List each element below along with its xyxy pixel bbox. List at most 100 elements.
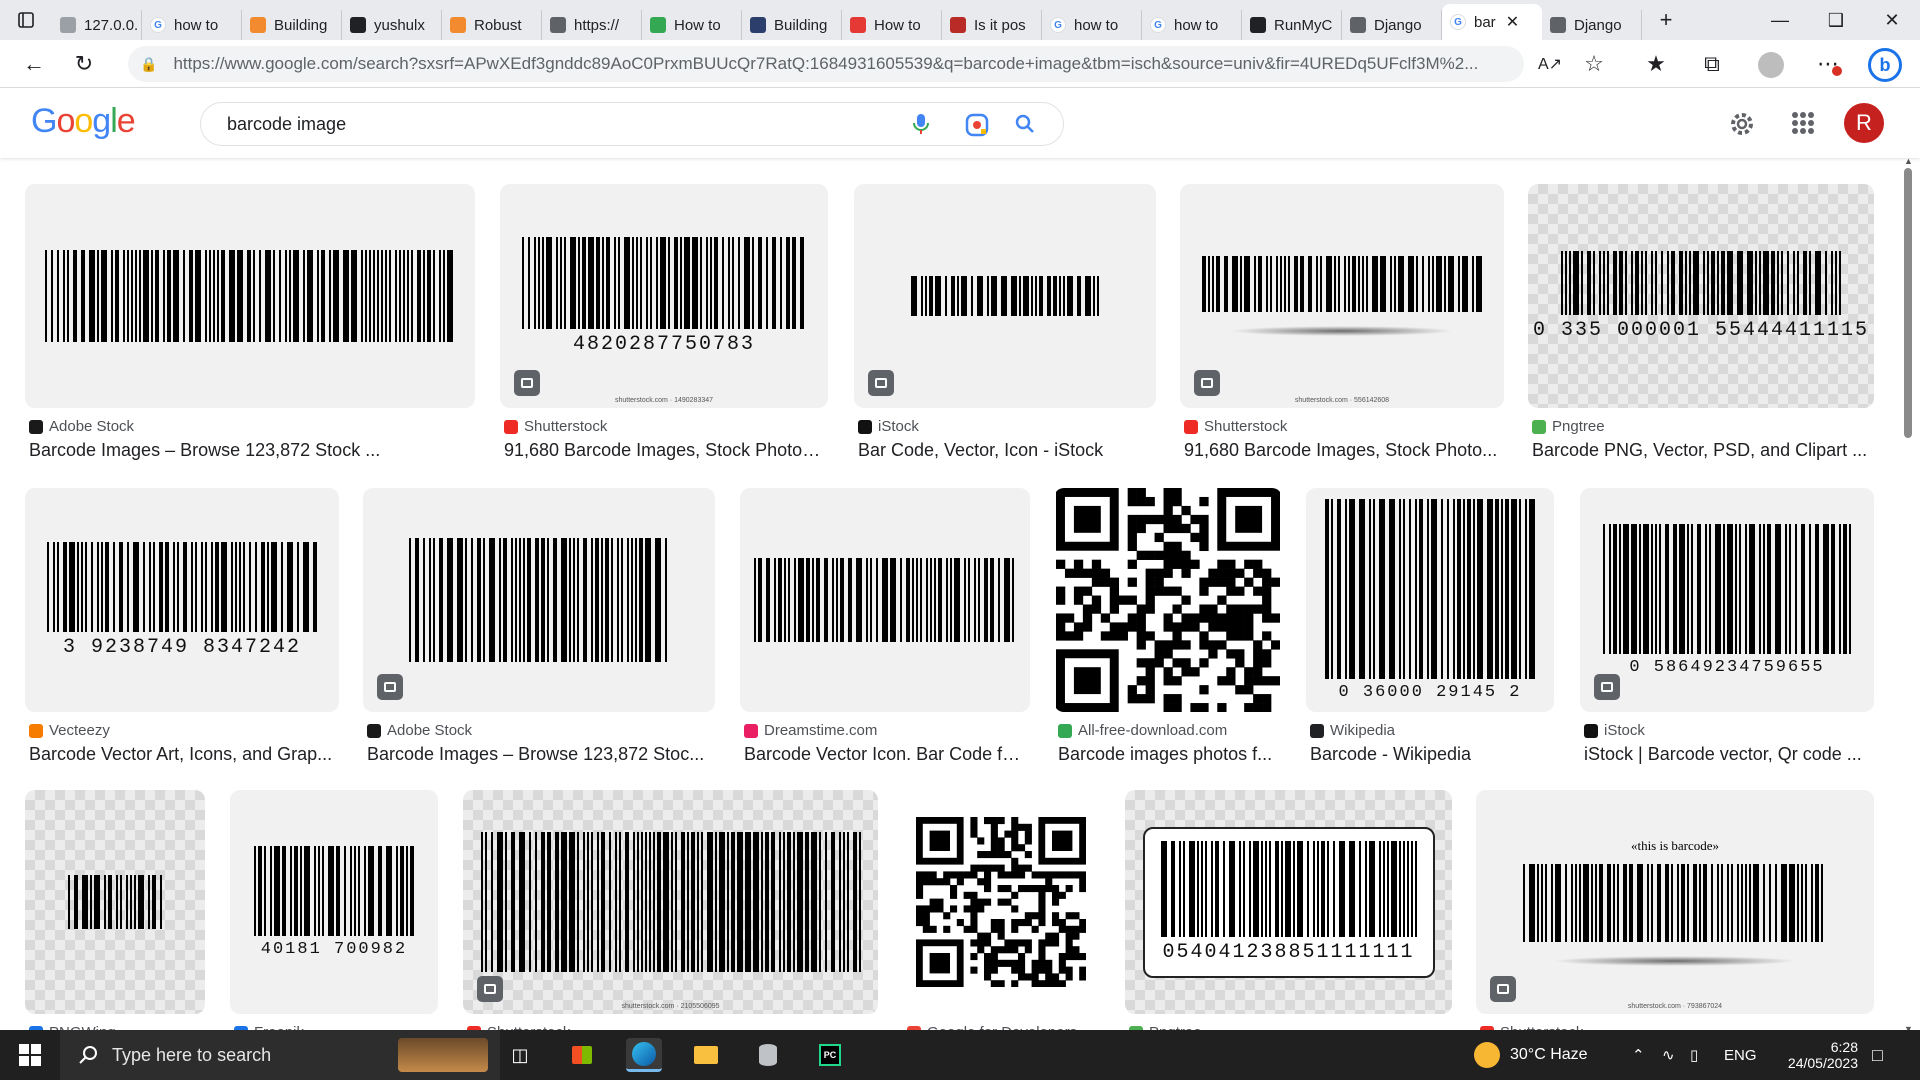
result-thumbnail[interactable] (740, 488, 1030, 712)
result-thumbnail[interactable] (363, 488, 715, 712)
more-menu-icon[interactable]: ⋯ (1808, 44, 1848, 84)
image-result-card[interactable]: Dreamstime.com Barcode Vector Icon. Bar C… (740, 488, 1030, 772)
image-result-card[interactable]: 0 58649234759655 iStock iStock | Barcode v… (1580, 488, 1874, 772)
result-source[interactable]: Adobe Stock (367, 722, 711, 739)
network-icon[interactable]: ∿ (1662, 1030, 1675, 1080)
address-bar[interactable]: 🔒 https://www.google.com/search?sxsrf=AP… (128, 46, 1524, 82)
restore-button[interactable]: ❑ (1808, 0, 1864, 40)
notifications-icon[interactable]: □ (1872, 1030, 1883, 1080)
page-scrollbar[interactable]: ▲ ▼ (1902, 156, 1914, 1034)
tab-3[interactable]: yushulx (342, 10, 442, 40)
refresh-icon[interactable]: ↻ (64, 44, 104, 84)
lens-search-icon[interactable] (965, 113, 989, 142)
image-result-card[interactable]: 40181 700982Freepik (230, 790, 438, 1030)
result-title[interactable]: 91,680 Barcode Images, Stock Photo... (1184, 440, 1500, 461)
result-source[interactable]: Vecteezy (29, 722, 335, 739)
back-icon[interactable]: ← (14, 44, 54, 84)
close-window-button[interactable]: ✕ (1864, 0, 1920, 40)
file-explorer-icon[interactable] (688, 1038, 724, 1072)
result-thumbnail[interactable]: 40181 700982 (230, 790, 438, 1014)
collections-icon[interactable]: ⧉ (1692, 44, 1732, 84)
result-source[interactable]: Dreamstime.com (744, 722, 1026, 739)
tab-9[interactable]: Is it pos (942, 10, 1042, 40)
image-result-card[interactable]: 3 9238749 8347242 Vecteezy Barcode Vector … (25, 488, 339, 772)
result-source[interactable]: iStock (858, 418, 1152, 435)
result-source[interactable]: Wikipedia (1310, 722, 1550, 739)
search-query-text[interactable]: barcode image (227, 114, 346, 135)
image-result-card[interactable]: All-free-download.com Barcode images phot… (1054, 488, 1282, 772)
tab-4[interactable]: Robust (442, 10, 542, 40)
result-thumbnail[interactable]: 4820287750783 shutterstock.com · 14902833… (500, 184, 828, 408)
image-result-card[interactable]: 4820287750783 shutterstock.com · 14902833… (500, 184, 828, 468)
tab-5[interactable]: https:// (542, 10, 642, 40)
result-thumbnail[interactable] (1054, 488, 1282, 712)
tab-13[interactable]: Django (1342, 10, 1442, 40)
database-icon[interactable] (750, 1038, 786, 1072)
result-thumbnail[interactable]: 0 36000 29145 2 (1306, 488, 1554, 712)
image-result-card[interactable]: Adobe Stock Barcode Images – Browse 123,8… (363, 488, 715, 772)
result-title[interactable]: Barcode Images – Browse 123,872 Stock ..… (29, 440, 471, 461)
taskbar-search-box[interactable]: Type here to search (60, 1030, 500, 1080)
account-avatar[interactable]: R (1844, 103, 1884, 143)
weather-widget[interactable]: 30°C Haze (1474, 1030, 1588, 1080)
pycharm-icon[interactable]: PC (812, 1038, 848, 1072)
image-result-card[interactable]: «this is barcode» shutterstock.com · 7938… (1476, 790, 1874, 1030)
show-hidden-icons[interactable]: ⌃ (1632, 1030, 1645, 1080)
scrollbar-thumb[interactable] (1904, 168, 1912, 438)
result-thumbnail[interactable] (25, 790, 205, 1014)
battery-icon[interactable]: ▯ (1690, 1030, 1698, 1080)
profile-icon[interactable] (1758, 52, 1784, 78)
favorites-icon[interactable]: ★ (1636, 44, 1676, 84)
result-source[interactable]: Pngtree (1532, 418, 1870, 435)
search-icon[interactable] (1015, 114, 1035, 139)
task-view-icon[interactable]: ◫ (502, 1038, 538, 1072)
tab-14[interactable]: Gbar ✕ (1442, 4, 1542, 40)
result-thumbnail[interactable]: 0 58649234759655 (1580, 488, 1874, 712)
read-aloud-icon[interactable]: A↗ (1530, 44, 1570, 84)
close-tab-icon[interactable]: ✕ (1506, 12, 1519, 32)
result-source[interactable]: Shutterstock (504, 418, 824, 435)
image-result-card[interactable]: Google for Developers (903, 790, 1099, 1030)
image-result-card[interactable]: 054041238851111111Pngtree (1125, 790, 1452, 1030)
search-input[interactable]: barcode image (200, 102, 1064, 146)
microsoft-store-icon[interactable] (564, 1038, 600, 1072)
result-thumbnail[interactable]: 0 335 000001 55444411115 (1528, 184, 1874, 408)
tab-2[interactable]: Building (242, 10, 342, 40)
image-result-card[interactable]: PNGWing (25, 790, 205, 1030)
tab-1[interactable]: Ghow to (142, 10, 242, 40)
result-thumbnail[interactable] (25, 184, 475, 408)
tab-10[interactable]: Ghow to (1042, 10, 1142, 40)
image-result-card[interactable]: shutterstock.com · 2105506095Shutterstoc… (463, 790, 878, 1030)
clock[interactable]: 6:28 24/05/2023 (1778, 1030, 1858, 1080)
result-thumbnail[interactable]: 3 9238749 8347242 (25, 488, 339, 712)
result-title[interactable]: Barcode Vector Icon. Bar Code fo... (744, 744, 1026, 765)
tab-8[interactable]: How to (842, 10, 942, 40)
result-thumbnail[interactable]: shutterstock.com · 2105506095 (463, 790, 878, 1014)
tab-12[interactable]: RunMyC (1242, 10, 1342, 40)
tab-0[interactable]: 127.0.0. (52, 10, 142, 40)
minimize-button[interactable]: — (1752, 0, 1808, 40)
tab-7[interactable]: Building (742, 10, 842, 40)
result-source[interactable]: Shutterstock (1184, 418, 1500, 435)
result-thumbnail[interactable] (854, 184, 1156, 408)
result-source[interactable]: iStock (1584, 722, 1870, 739)
result-title[interactable]: Barcode Images – Browse 123,872 Stoc... (367, 744, 711, 765)
result-thumbnail[interactable]: shutterstock.com · 556142608 (1180, 184, 1504, 408)
tab-actions-icon[interactable] (0, 0, 52, 40)
result-title[interactable]: Barcode images photos f... (1058, 744, 1278, 765)
image-result-card[interactable]: shutterstock.com · 556142608 Shutterstock… (1180, 184, 1504, 468)
url-text[interactable]: https://www.google.com/search?sxsrf=APwX… (173, 54, 1503, 74)
result-title[interactable]: 91,680 Barcode Images, Stock Photos... (504, 440, 824, 461)
result-title[interactable]: Barcode PNG, Vector, PSD, and Clipart ..… (1532, 440, 1870, 461)
add-favorite-icon[interactable]: ☆ (1574, 44, 1614, 84)
result-thumbnail[interactable] (903, 790, 1099, 1014)
result-title[interactable]: Bar Code, Vector, Icon - iStock (858, 440, 1152, 461)
result-title[interactable]: iStock | Barcode vector, Qr code ... (1584, 744, 1870, 765)
new-tab-button[interactable]: + (1646, 0, 1686, 40)
edge-icon[interactable] (626, 1038, 662, 1072)
result-source[interactable]: Adobe Stock (29, 418, 471, 435)
result-thumbnail[interactable]: 054041238851111111 (1125, 790, 1452, 1014)
language-indicator[interactable]: ENG (1724, 1030, 1757, 1080)
image-result-card[interactable]: Adobe Stock Barcode Images – Browse 123,8… (25, 184, 475, 468)
image-result-card[interactable]: iStock Bar Code, Vector, Icon - iStock (854, 184, 1156, 468)
